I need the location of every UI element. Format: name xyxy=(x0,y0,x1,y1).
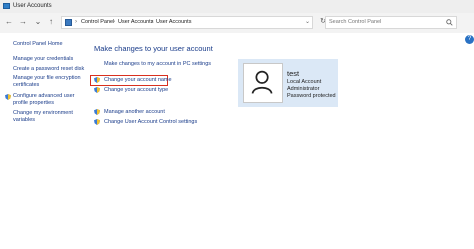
search-icon xyxy=(446,19,453,26)
breadcrumb-control-panel[interactable]: Control Panel xyxy=(81,19,114,26)
shield-icon xyxy=(94,87,100,93)
window-title: User Accounts xyxy=(13,3,52,9)
breadcrumb-user-accounts-current[interactable]: User Accounts xyxy=(156,19,191,26)
change-account-type-link[interactable]: Change your account type xyxy=(104,87,168,94)
change-account-name-link[interactable]: Change your account name xyxy=(104,77,172,84)
manage-another-account-link[interactable]: Manage another account xyxy=(104,109,165,116)
user-accounts-icon xyxy=(3,3,10,9)
sidebar-item-password-reset-disk[interactable]: Create a password reset disk xyxy=(13,66,88,73)
sidebar-item-file-encryption[interactable]: Manage your file encryption certificates xyxy=(13,75,83,89)
user-name: test xyxy=(287,69,300,78)
account-role: Administrator xyxy=(287,86,320,92)
shield-icon xyxy=(5,94,11,100)
shield-icon xyxy=(94,77,100,83)
avatar xyxy=(243,63,283,103)
password-status: Password protected xyxy=(287,93,336,99)
search-placeholder: Search Control Panel xyxy=(329,19,382,25)
account-type-local: Local Account xyxy=(287,79,322,85)
address-bar[interactable]: › Control Panel › User Accounts › User A… xyxy=(61,16,313,29)
breadcrumb-chevron-icon[interactable]: › xyxy=(113,18,115,26)
uac-settings-link[interactable]: Change User Account Control settings xyxy=(104,119,197,126)
up-arrow-icon[interactable]: ↑ xyxy=(46,17,56,27)
control-panel-icon xyxy=(65,19,72,26)
shield-icon xyxy=(94,109,100,115)
page-heading: Make changes to your user account xyxy=(94,44,213,53)
sidebar-item-manage-credentials[interactable]: Manage your credentials xyxy=(13,56,88,63)
breadcrumb-user-accounts[interactable]: User Accounts xyxy=(118,19,153,26)
breadcrumb-chevron-icon[interactable]: › xyxy=(151,18,153,26)
breadcrumb-chevron-icon[interactable]: › xyxy=(75,18,77,26)
recent-dropdown-icon[interactable]: ⌄ xyxy=(33,17,43,27)
search-input[interactable]: Search Control Panel xyxy=(325,16,457,29)
sidebar-control-panel-home[interactable]: Control Panel Home xyxy=(13,41,63,48)
help-icon[interactable]: ? xyxy=(465,35,474,44)
address-dropdown-icon[interactable]: ⌄ xyxy=(305,18,310,26)
forward-arrow-icon[interactable]: → xyxy=(18,17,28,27)
title-bar: User Accounts xyxy=(0,0,474,13)
back-arrow-icon[interactable]: ← xyxy=(4,17,14,27)
sidebar-item-advanced-profile[interactable]: Configure advanced user profile properti… xyxy=(13,93,81,107)
shield-icon xyxy=(94,119,100,125)
sidebar-item-environment-variables[interactable]: Change my environment variables xyxy=(13,110,77,124)
user-silhouette-icon xyxy=(251,70,273,94)
pc-settings-link[interactable]: Make changes to my account in PC setting… xyxy=(104,61,211,68)
